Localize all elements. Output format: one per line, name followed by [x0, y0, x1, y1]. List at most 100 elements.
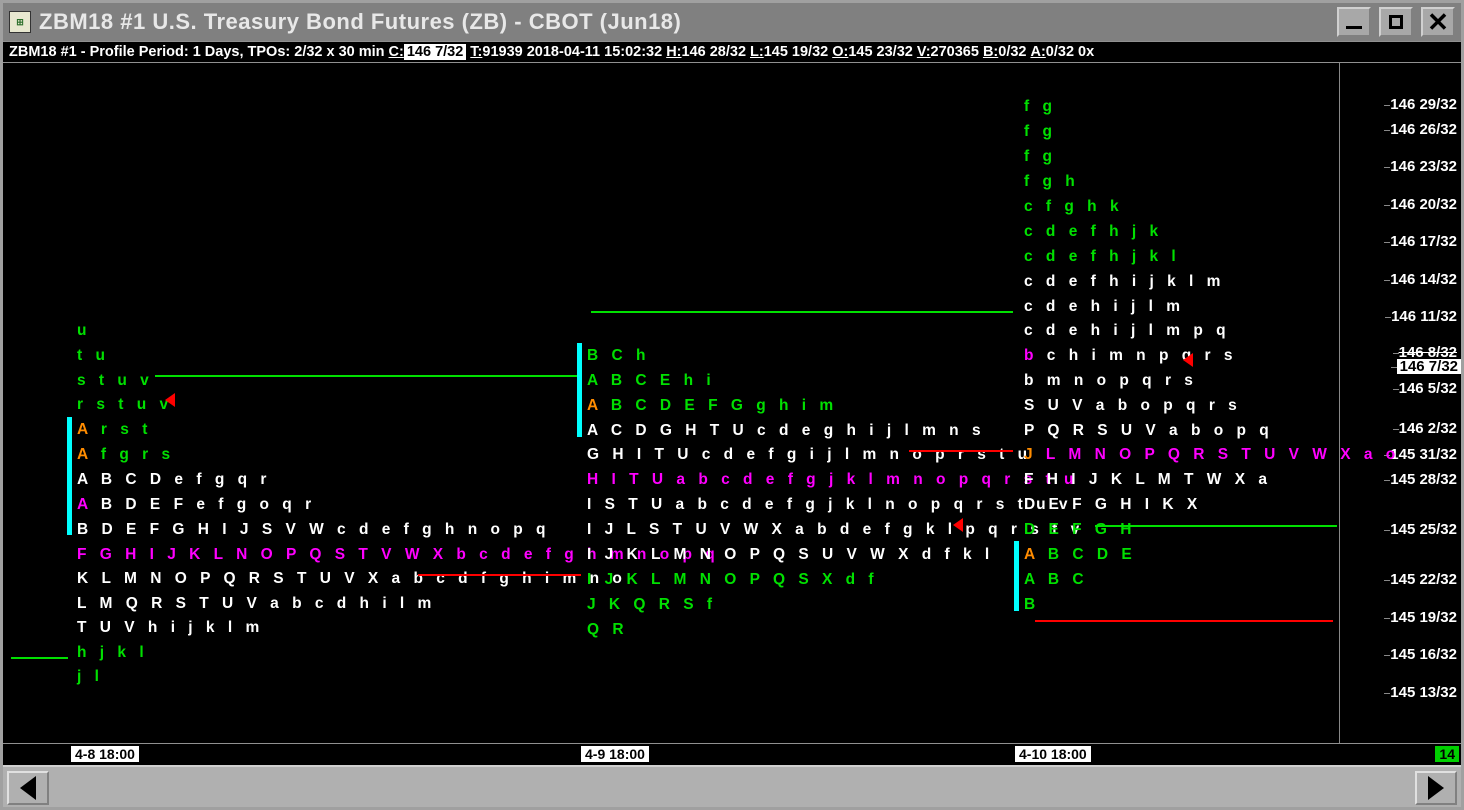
- tpo-row: t u: [77, 348, 109, 364]
- price-tick: 146 17/32: [1390, 234, 1457, 249]
- o-label: O:: [832, 44, 848, 60]
- chart-area[interactable]: 146 29/32 146 26/32 146 23/32 146 20/32 146 …: [3, 63, 1461, 743]
- quote-bar: ZBM18 #1 - Profile Period: 1 Days, TPOs:…: [3, 41, 1461, 63]
- quote-prefix: ZBM18 #1 - Profile Period: 1 Days, TPOs:…: [9, 44, 385, 60]
- tpo-row: A B C D E: [1024, 547, 1136, 563]
- open-line: [1095, 525, 1337, 527]
- price-tick: 146 23/32: [1390, 159, 1457, 174]
- horizontal-scrollbar[interactable]: [3, 765, 1461, 807]
- c-value: 146 7/32: [404, 44, 466, 60]
- t-label: T:: [470, 44, 482, 60]
- time-label: 4-8 18:00: [71, 746, 139, 762]
- tpo-row: j l: [77, 669, 103, 685]
- price-tick: 145 25/32: [1390, 522, 1457, 537]
- price-tick: 145 28/32: [1390, 472, 1457, 487]
- price-tick: 146 26/32: [1390, 122, 1457, 137]
- maximize-button[interactable]: [1379, 7, 1413, 37]
- tpo-row: s t u v: [77, 373, 153, 389]
- open-line: [11, 657, 68, 659]
- tpo-row: A r s t: [77, 422, 152, 438]
- a-value: 0/32 0x: [1046, 44, 1094, 60]
- tpo-row: c d e h i j l m p q: [1024, 323, 1230, 339]
- tpo-row: A C D G H T U c d e g h i j l m n s: [587, 423, 985, 439]
- open-line: [155, 375, 581, 377]
- h-label: H:: [666, 44, 681, 60]
- price-tick: 146 29/32: [1390, 97, 1457, 112]
- tpo-row: B: [1024, 597, 1040, 613]
- tpo-row: A B C D E F G g h i m: [587, 398, 838, 414]
- tpo-row: L M Q R S T U V a b c d h i l m: [77, 596, 436, 612]
- bar-count-badge: 14: [1435, 746, 1459, 762]
- tpo-row: c d e f h j k: [1024, 224, 1163, 240]
- tpo-row: c d e f h j k l: [1024, 249, 1180, 265]
- tpo-row: H I T U a b c d e f g j k l m n o p q r …: [587, 472, 1078, 488]
- tpo-row: I J K L M N O P Q S X d f: [587, 572, 878, 588]
- price-tick: 146 20/32: [1390, 197, 1457, 212]
- tpo-row: c d e h i j l m: [1024, 299, 1185, 315]
- time-label: 4-10 18:00: [1015, 746, 1091, 762]
- price-tick: 146 11/32: [1391, 309, 1457, 324]
- window-title: ZBM18 #1 U.S. Treasury Bond Futures (ZB)…: [39, 9, 1329, 35]
- scroll-right-button[interactable]: [1415, 771, 1457, 805]
- close-line: [418, 574, 581, 576]
- b-value: 0/32: [998, 44, 1026, 60]
- close-arrow-icon: [1183, 353, 1193, 367]
- tpo-row: c d e f h i j k l m: [1024, 274, 1225, 290]
- tpo-row: S U V a b o p q r s: [1024, 398, 1241, 414]
- tpo-row: f g: [1024, 99, 1056, 115]
- price-tick: 146 7/32: [1397, 359, 1461, 374]
- tpo-row: T U V h i j k l m: [77, 620, 264, 636]
- v-value: 270365: [931, 44, 979, 60]
- tpo-row: D E F G H I K X: [1024, 497, 1202, 513]
- value-area-bar: [67, 417, 72, 535]
- l-value: 145 19/32: [764, 44, 829, 60]
- close-arrow-icon: [165, 393, 175, 407]
- h-value: 146 28/32: [682, 44, 747, 60]
- tpo-row: b m n o p q r s: [1024, 373, 1197, 389]
- arrow-left-icon: [20, 776, 36, 800]
- t-value: 91939 2018-04-11 15:02:32: [482, 44, 662, 60]
- tpo-row: f g: [1024, 149, 1056, 165]
- price-tick: 146 5/32: [1399, 381, 1457, 396]
- tpo-row: r s t u v: [77, 397, 173, 413]
- tpo-row: P Q R S U V a b o p q: [1024, 423, 1273, 439]
- tpo-row: A B C D e f g q r: [77, 472, 271, 488]
- tpo-row: b c h i m n p q r s: [1024, 348, 1237, 364]
- tpo-row: A B D E F e f g o q r: [77, 497, 316, 513]
- tpo-row: I J K L M N O P Q S U V W X d f k l: [587, 547, 994, 563]
- price-tick: 145 22/32: [1390, 572, 1457, 587]
- scroll-left-button[interactable]: [7, 771, 49, 805]
- tpo-row: I S T U a b c d e f g j k l n o p q r s …: [587, 497, 1072, 513]
- price-axis: 146 29/32 146 26/32 146 23/32 146 20/32 146 …: [1339, 63, 1461, 743]
- value-area-bar: [1014, 541, 1019, 611]
- price-tick: 146 14/32: [1390, 272, 1457, 287]
- tpo-row: J K Q R S f: [587, 597, 717, 613]
- close-arrow-icon: [953, 518, 963, 532]
- tpo-row: B D E F G H I J S V W c d e f g h n o p …: [77, 522, 550, 538]
- tpo-row: A B C E h i: [587, 373, 715, 389]
- close-line: [1035, 620, 1333, 622]
- value-area-bar: [577, 343, 582, 437]
- tpo-row: A f g r s: [77, 447, 175, 463]
- arrow-right-icon: [1428, 776, 1444, 800]
- tpo-row: B C h: [587, 348, 650, 364]
- price-tick: 145 19/32: [1390, 610, 1457, 625]
- minimize-button[interactable]: [1337, 7, 1371, 37]
- tpo-row: F H I J K L M T W X a: [1024, 472, 1272, 488]
- price-tick: 145 16/32: [1390, 647, 1457, 662]
- tpo-row: h j k l: [77, 645, 148, 661]
- a-label: A:: [1030, 44, 1045, 60]
- open-line: [591, 311, 1013, 313]
- price-tick: 146 2/32: [1399, 421, 1457, 436]
- o-value: 145 23/32: [848, 44, 913, 60]
- tpo-row: Q R: [587, 622, 628, 638]
- c-label: C:: [389, 44, 404, 60]
- tpo-row: f g h: [1024, 174, 1079, 190]
- time-label: 4-9 18:00: [581, 746, 649, 762]
- v-label: V:: [917, 44, 931, 60]
- close-button[interactable]: ✕: [1421, 7, 1455, 37]
- time-axis: 14 4-8 18:00 4-9 18:00 4-10 18:00: [3, 743, 1461, 765]
- tpo-row: u: [77, 323, 91, 339]
- tpo-row: I J L S T U V W X a b d e f g k l p q r …: [587, 522, 1084, 538]
- app-window: ⊞ ZBM18 #1 U.S. Treasury Bond Futures (Z…: [0, 0, 1464, 810]
